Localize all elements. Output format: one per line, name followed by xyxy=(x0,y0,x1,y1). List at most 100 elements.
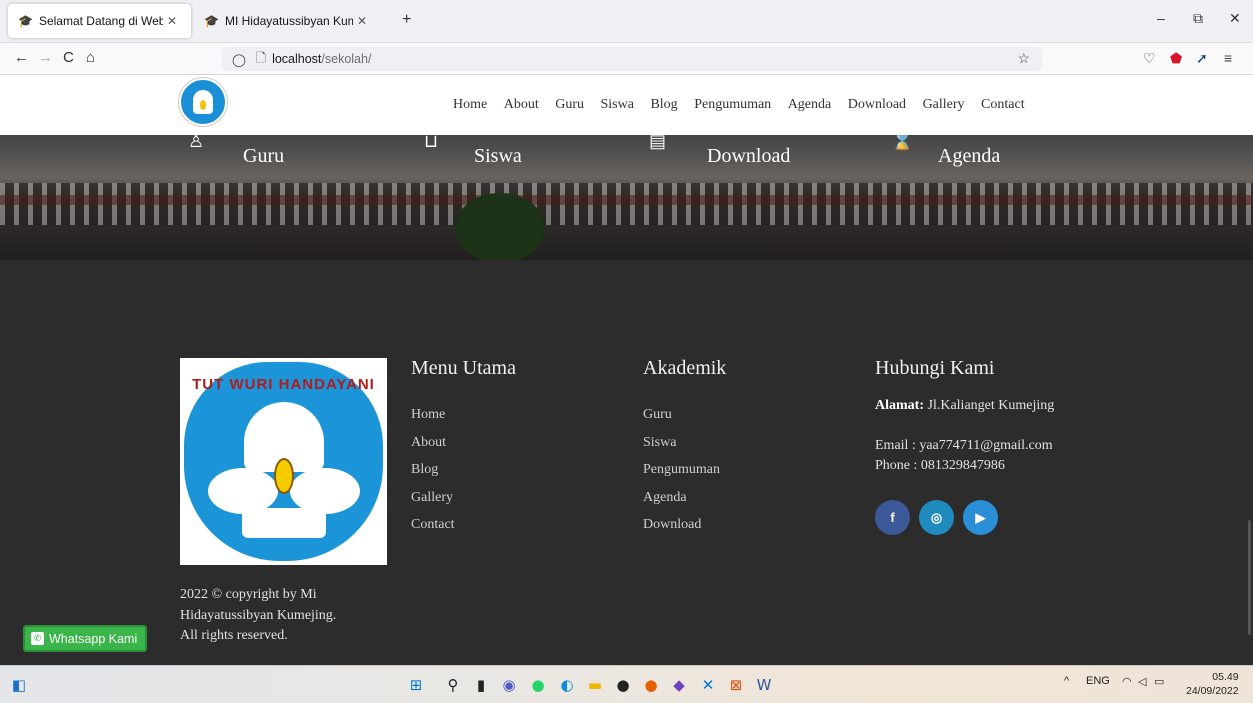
address-value: Jl.Kalianget Kumejing xyxy=(927,398,1055,413)
feature-label: Agenda xyxy=(938,145,1001,167)
restore-button[interactable]: ⧉ xyxy=(1193,10,1203,27)
clock-date: 24/09/2022 xyxy=(1186,685,1239,697)
wifi-icon[interactable]: ◠ xyxy=(1122,675,1132,688)
footer-link-gallery[interactable]: Gallery xyxy=(411,484,516,512)
ublock-icon[interactable]: ⬟ xyxy=(1170,50,1182,67)
start-icon[interactable]: ⊞ xyxy=(405,674,427,696)
search-icon[interactable]: ⚲ xyxy=(442,674,464,696)
windows-taskbar: ◧ ⊞ ⚲ ▮ ◉ ● ◐ ▬ ● ● ◆ ✕ ⊠ W ^ ENG ◠ ◁ ▭ … xyxy=(0,665,1253,703)
address-label: Alamat: xyxy=(875,398,924,413)
facebook-icon[interactable]: f xyxy=(875,500,910,535)
feature-label: Siswa xyxy=(474,145,522,167)
footer-link-pengumuman[interactable]: Pengumuman xyxy=(643,456,726,484)
bookmark-star-icon[interactable]: ☆ xyxy=(1017,50,1030,67)
pocket-icon[interactable]: ♡ xyxy=(1143,50,1156,67)
school-banner-image: ♙ Guru ⊔ Siswa ▤ Download ⌛ Agenda xyxy=(0,135,1253,260)
footer-link-home[interactable]: Home xyxy=(411,401,516,429)
site-nav: Home About Guru Siswa Blog Pengumuman Ag… xyxy=(453,97,1041,113)
menu-utama-column: Menu Utama Home About Blog Gallery Conta… xyxy=(411,357,516,539)
browser-toolbar: ← → C ⌂ ◯ 🗋 localhost/sekolah/ ☆ ♡ ⬟ ➚ ≡ xyxy=(0,43,1253,75)
youtube-icon[interactable]: ▶ xyxy=(963,500,998,535)
language-indicator[interactable]: ENG xyxy=(1086,675,1110,687)
footer-link-download[interactable]: Download xyxy=(643,511,726,539)
chat-icon[interactable]: ◉ xyxy=(498,674,520,696)
firefox-icon[interactable]: ● xyxy=(640,674,662,696)
volume-icon[interactable]: ◁ xyxy=(1138,675,1146,688)
footer-link-contact[interactable]: Contact xyxy=(411,511,516,539)
nav-agenda[interactable]: Agenda xyxy=(788,97,832,113)
address-bar[interactable]: ◯ 🗋 localhost/sekolah/ ☆ xyxy=(222,47,1042,71)
new-tab-button[interactable]: + xyxy=(402,11,411,29)
nav-gallery[interactable]: Gallery xyxy=(923,97,965,113)
url-path: /sekolah/ xyxy=(321,52,372,66)
copyright-line: 2022 © copyright by Mi xyxy=(180,587,317,602)
feature-label: Guru xyxy=(243,145,285,167)
email-line: Email : yaa774711@gmail.com xyxy=(875,438,1053,453)
hubungi-kami-title: Hubungi Kami xyxy=(875,357,995,379)
nav-pengumuman[interactable]: Pengumuman xyxy=(694,97,771,113)
footer-link-about[interactable]: About xyxy=(411,429,516,457)
tracking-shield-icon[interactable]: ◯ xyxy=(232,52,246,67)
widgets-icon[interactable]: ◧ xyxy=(8,674,30,696)
whatsapp-icon: ✆ xyxy=(31,632,44,645)
xampp-icon[interactable]: ⊠ xyxy=(725,674,747,696)
hourglass-icon: ⌛ xyxy=(891,135,914,151)
page-scrollbar[interactable] xyxy=(1248,520,1251,635)
nav-blog[interactable]: Blog xyxy=(650,97,677,113)
whatsapp-app-icon[interactable]: ● xyxy=(527,674,549,696)
copyright-line: All rights reserved. xyxy=(180,628,288,643)
vscode-icon[interactable]: ✕ xyxy=(697,674,719,696)
tab-selamat-datang[interactable]: 🎓 Selamat Datang di Website Sek ✕ xyxy=(8,4,191,38)
student-icon: ⊔ xyxy=(424,135,439,151)
menu-icon[interactable]: ≡ xyxy=(1224,50,1232,66)
extension-icon[interactable]: ➚ xyxy=(1196,50,1208,67)
nav-contact[interactable]: Contact xyxy=(981,97,1025,113)
nav-download[interactable]: Download xyxy=(848,97,906,113)
reload-button[interactable]: C xyxy=(63,49,74,66)
site-header: Home About Guru Siswa Blog Pengumuman Ag… xyxy=(0,75,1253,135)
tab-title: Selamat Datang di Website Sek xyxy=(38,14,163,28)
forward-button[interactable]: → xyxy=(38,49,53,66)
battery-icon[interactable]: ▭ xyxy=(1154,675,1164,688)
close-tab-icon[interactable]: ✕ xyxy=(167,14,177,28)
chrome-canary-icon[interactable]: ◆ xyxy=(668,674,690,696)
back-button[interactable]: ← xyxy=(14,49,29,66)
word-icon[interactable]: W xyxy=(753,674,775,696)
footer-link-blog[interactable]: Blog xyxy=(411,456,516,484)
graduation-cap-icon: 🎓 xyxy=(204,14,219,28)
teacher-icon: ♙ xyxy=(188,135,205,151)
close-window-button[interactable]: ✕ xyxy=(1229,10,1241,27)
site-footer: TUT WURI HANDAYANI Menu Utama Home About… xyxy=(0,260,1253,665)
whatsapp-label: Whatsapp Kami xyxy=(49,631,138,646)
nav-about[interactable]: About xyxy=(504,97,539,113)
file-explorer-icon[interactable]: ▬ xyxy=(584,674,606,696)
tab-mi-hidayatussibyan[interactable]: 🎓 MI Hidayatussibyan Kumejing | ✕ xyxy=(194,4,379,38)
address-line: Alamat: Jl.Kalianget Kumejing xyxy=(875,396,1054,416)
obs-icon[interactable]: ● xyxy=(612,674,634,696)
system-clock[interactable]: 05.49 24/09/2022 xyxy=(1186,670,1239,698)
whatsapp-button[interactable]: ✆ Whatsapp Kami xyxy=(23,625,147,652)
footer-link-guru[interactable]: Guru xyxy=(643,401,726,429)
edge-icon[interactable]: ◐ xyxy=(556,674,578,696)
page-icon: 🗋 xyxy=(256,50,267,65)
tab-title: MI Hidayatussibyan Kumejing | xyxy=(224,14,353,28)
footer-link-agenda[interactable]: Agenda xyxy=(643,484,726,512)
url-host: localhost xyxy=(272,52,322,66)
clock-time: 05.49 xyxy=(1212,671,1239,683)
tut-wuri-handayani-logo: TUT WURI HANDAYANI xyxy=(180,358,387,565)
footer-link-siswa[interactable]: Siswa xyxy=(643,429,726,457)
minimize-button[interactable]: – xyxy=(1157,10,1165,26)
task-view-icon[interactable]: ▮ xyxy=(470,674,492,696)
instagram-icon[interactable]: ◎ xyxy=(919,500,954,535)
feature-label: Download xyxy=(707,145,791,167)
akademik-title: Akademik xyxy=(643,357,727,379)
close-tab-icon[interactable]: ✕ xyxy=(357,14,367,28)
logo-text: TUT WURI HANDAYANI xyxy=(192,376,375,393)
nav-home[interactable]: Home xyxy=(453,97,487,113)
nav-siswa[interactable]: Siswa xyxy=(601,97,634,113)
site-logo[interactable] xyxy=(179,78,227,126)
chevron-up-icon[interactable]: ^ xyxy=(1064,675,1069,687)
nav-guru[interactable]: Guru xyxy=(555,97,584,113)
home-button[interactable]: ⌂ xyxy=(86,49,95,66)
graduation-cap-icon: 🎓 xyxy=(18,14,33,28)
